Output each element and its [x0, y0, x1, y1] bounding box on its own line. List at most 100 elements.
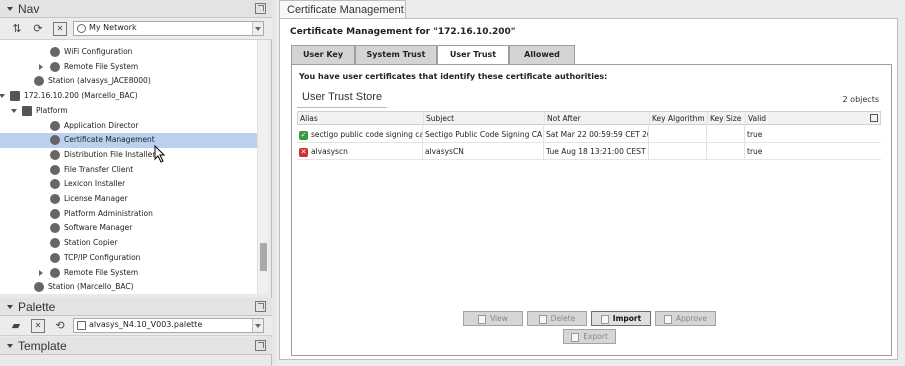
sync-icon[interactable]: ⇅ — [10, 22, 24, 36]
export-button-label: Export — [583, 332, 608, 341]
tree-node-icon — [50, 252, 60, 263]
palette-selector[interactable]: alvasys_N4.10_V003.palette — [73, 318, 264, 333]
view-tab-certificate-management[interactable]: Certificate Management — [279, 0, 406, 19]
nav-toolbar: ⇅ ⟳ ✕ My Network — [0, 18, 272, 40]
folder-icon[interactable]: ▰ — [9, 319, 23, 333]
tree-item-label: Remote File System — [64, 267, 139, 277]
chevron-down-icon[interactable] — [252, 319, 263, 332]
column-chooser-icon[interactable] — [870, 114, 878, 122]
tree-node-icon — [50, 61, 60, 72]
close-icon[interactable]: ✕ — [53, 22, 67, 36]
main-view: Certificate Management Certificate Manag… — [276, 0, 905, 366]
tree-node-icon — [50, 164, 60, 175]
tree-node-icon — [50, 238, 60, 249]
tree-item[interactable]: Station (Marcello_BAC) — [0, 280, 257, 294]
palette-toolbar: ▰ ✕ ⟲ alvasys_N4.10_V003.palette — [0, 316, 272, 336]
nav-panel-header[interactable]: Nav — [0, 0, 272, 18]
scrollbar-thumb[interactable] — [260, 243, 267, 271]
tab-system-trust-store[interactable]: System Trust Store — [355, 45, 437, 76]
template-panel-header[interactable]: Template — [0, 337, 272, 355]
tree-item[interactable]: Remote File System — [0, 60, 257, 75]
collapse-icon[interactable] — [7, 7, 13, 11]
tree-item[interactable]: Station Copier — [0, 236, 257, 251]
view-button-label: View — [490, 314, 508, 323]
tree-node-icon — [50, 208, 60, 219]
cell-key-algorithm — [649, 126, 707, 143]
cell-alias: ✓sectigo public code signing ca r36 — [297, 126, 423, 143]
palette-panel-header[interactable]: Palette — [0, 298, 272, 316]
approve-icon — [663, 314, 672, 324]
tree-item[interactable]: Platform Administration — [0, 207, 257, 222]
tree-item[interactable]: Station (alvasys_JACE8000) — [0, 74, 257, 89]
refresh-icon[interactable]: ⟳ — [31, 22, 45, 36]
column-header-valid[interactable]: Valid — [746, 112, 872, 126]
tree-item[interactable]: Certificate Management — [0, 133, 257, 148]
collapse-icon[interactable] — [7, 344, 13, 348]
refresh-icon[interactable]: ⟲ — [53, 319, 67, 333]
column-header-key-size[interactable]: Key Size — [708, 112, 746, 126]
tree-item[interactable]: WiFi Configuration — [0, 45, 257, 60]
tree-item[interactable]: Platform — [0, 104, 257, 119]
nav-tree: WiFi Configuration Remote File System Stat… — [0, 40, 257, 294]
x-shield-icon: ✕ — [299, 147, 308, 157]
tree-item[interactable]: Distribution File Installer — [0, 148, 257, 163]
palette-title: Palette — [18, 300, 56, 314]
tree-item-label: WiFi Configuration — [64, 47, 133, 56]
tree-item[interactable]: Software Manager — [0, 221, 257, 236]
table-row[interactable]: ✓sectigo public code signing ca r36 Sect… — [297, 126, 881, 143]
close-icon[interactable]: ✕ — [31, 319, 45, 333]
chevron-down-icon[interactable] — [252, 22, 263, 35]
maximize-icon[interactable] — [255, 301, 266, 312]
mouse-cursor-icon — [154, 145, 166, 163]
delete-button[interactable]: Delete — [527, 311, 587, 326]
page-title: Certificate Management for "172.16.10.20… — [290, 27, 516, 37]
tree-node-icon — [50, 179, 60, 190]
nav-scrollbar[interactable] — [257, 40, 268, 294]
tree-item[interactable]: Remote File System — [0, 266, 257, 281]
cell-key-size — [707, 126, 745, 143]
network-selector[interactable]: My Network — [73, 21, 264, 36]
tree-node-icon — [50, 47, 60, 57]
tree-item[interactable]: TCP/IP Configuration — [0, 251, 257, 266]
cell-key-size — [707, 143, 745, 160]
nav-title: Nav — [18, 2, 40, 16]
tree-item-label: TCP/IP Configuration — [64, 252, 141, 262]
column-header-not-after[interactable]: Not After — [545, 112, 650, 126]
tab-allowed-hosts[interactable]: Allowed Hosts — [509, 45, 575, 76]
tree-item[interactable]: License Manager — [0, 192, 257, 207]
tree-node-icon — [22, 105, 32, 116]
column-header-subject[interactable]: Subject — [424, 112, 545, 126]
palette-file-icon — [77, 321, 86, 330]
collapsed-icon[interactable] — [39, 63, 43, 70]
export-button[interactable]: Export — [563, 329, 616, 344]
tree-item[interactable]: 172.16.10.200 (Marcello_BAC) — [0, 89, 257, 104]
tree-item-label: Application Director — [64, 120, 139, 130]
cell-subject: alvasysCN — [423, 143, 544, 160]
import-button[interactable]: Import — [591, 311, 651, 326]
approve-button[interactable]: Approve — [655, 311, 716, 326]
cell-key-algorithm — [649, 143, 707, 160]
tab-user-trust-store[interactable]: User Trust Store — [437, 45, 509, 76]
expanded-icon[interactable] — [0, 94, 5, 99]
cell-not-after: Sat Mar 22 00:59:59 CET 2036 — [544, 126, 649, 143]
collapse-icon[interactable] — [7, 305, 13, 309]
network-selector-label: My Network — [89, 23, 137, 32]
alias-text: alvasyscn — [311, 147, 348, 156]
column-header-alias[interactable]: Alias — [298, 112, 424, 126]
expanded-icon[interactable] — [11, 108, 17, 113]
tab-user-key-store[interactable]: User Key Store — [291, 45, 355, 76]
table-row[interactable]: ✕ alvasyscn alvasysCN Tue Aug 18 13:21:00… — [297, 143, 881, 160]
tree-item[interactable]: Lexicon Installer — [0, 177, 257, 192]
maximize-icon[interactable] — [255, 340, 266, 351]
column-header-key-algorithm[interactable]: Key Algorithm — [650, 112, 708, 126]
collapsed-icon[interactable] — [39, 269, 43, 276]
tree-item-label: 172.16.10.200 (Marcello_BAC) — [24, 91, 138, 101]
tree-item[interactable]: Application Director — [0, 119, 257, 134]
maximize-icon[interactable] — [255, 3, 266, 14]
tree-item-label: Lexicon Installer — [64, 179, 126, 189]
object-count: 2 objects — [842, 95, 879, 104]
tree-item[interactable]: File Transfer Client — [0, 163, 257, 178]
intro-text: You have user certificates that identify… — [299, 72, 608, 81]
view-button[interactable]: View — [463, 311, 523, 326]
tree-item-label: Station (Marcello_BAC) — [48, 282, 134, 292]
